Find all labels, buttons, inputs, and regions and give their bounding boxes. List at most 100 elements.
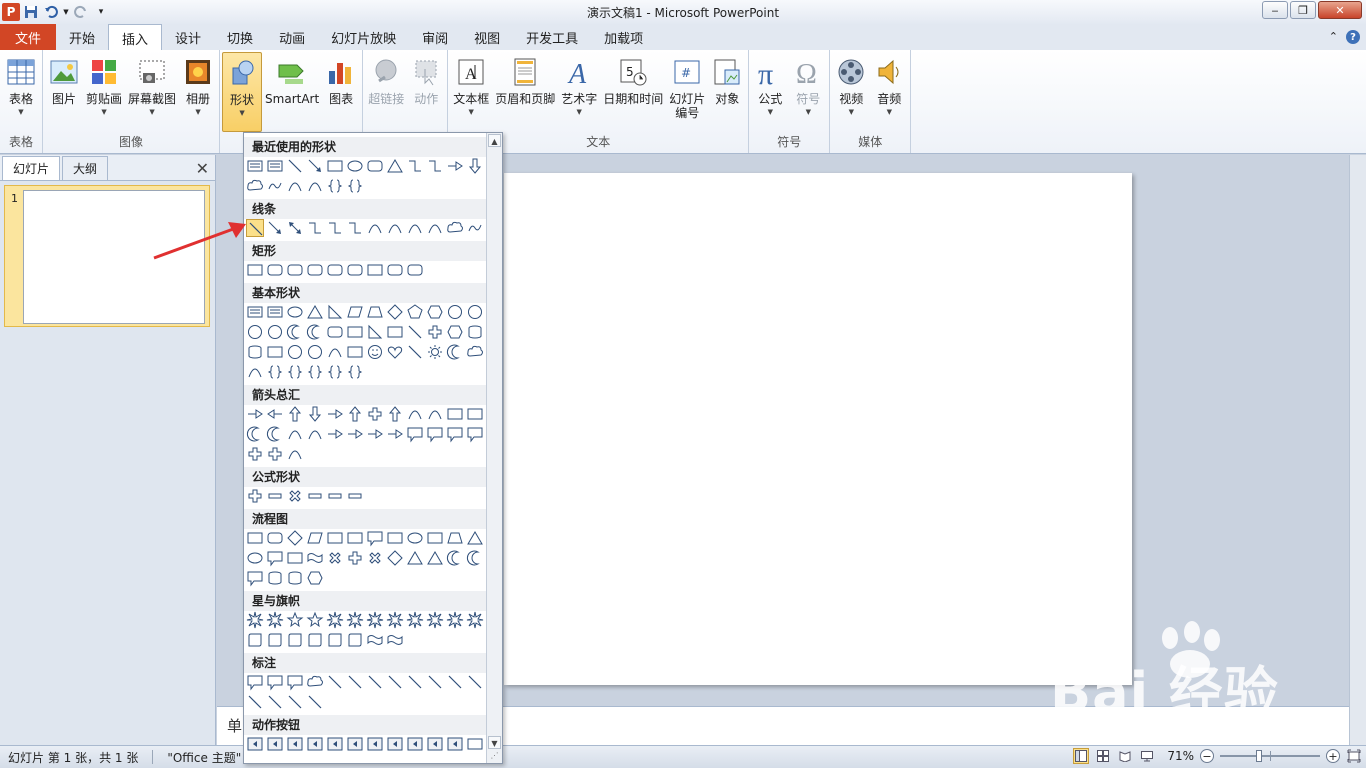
shape-burst-icon[interactable] xyxy=(466,611,484,629)
shape-circnum-icon[interactable] xyxy=(446,303,464,321)
shape-burst-icon[interactable] xyxy=(446,611,464,629)
shape-line-icon[interactable] xyxy=(406,673,424,691)
shape-star-icon[interactable] xyxy=(306,611,324,629)
shape-rrect-icon[interactable] xyxy=(266,529,284,547)
customize-qat-icon[interactable]: ▾ xyxy=(92,3,110,21)
shape-line-icon[interactable] xyxy=(266,693,284,711)
shape-burst-icon[interactable] xyxy=(406,611,424,629)
shape-circnum-icon[interactable] xyxy=(286,343,304,361)
shape-scroll-icon[interactable] xyxy=(286,631,304,649)
video-button[interactable]: 视频 ▼ xyxy=(832,52,870,132)
shape-cloud-icon[interactable] xyxy=(306,673,324,691)
shape-burst-icon[interactable] xyxy=(426,611,444,629)
shape-curve-icon[interactable] xyxy=(406,219,424,237)
shape-moon-icon[interactable] xyxy=(446,549,464,567)
shape-oval-icon[interactable] xyxy=(286,303,304,321)
shape-star-icon[interactable] xyxy=(286,611,304,629)
scroll-down-icon[interactable]: ▼ xyxy=(488,736,501,749)
object-button[interactable]: 对象 xyxy=(708,52,746,132)
shape-curve-icon[interactable] xyxy=(306,177,324,195)
chart-button[interactable]: 图表 xyxy=(322,52,360,132)
shape-burst-icon[interactable] xyxy=(386,611,404,629)
shape-rect-icon[interactable] xyxy=(326,529,344,547)
shape-brace-icon[interactable] xyxy=(346,177,364,195)
shape-brace-icon[interactable] xyxy=(326,363,344,381)
shape-line-icon[interactable] xyxy=(306,693,324,711)
resize-grip-icon[interactable]: ⋰ xyxy=(487,751,502,763)
shape-line-icon[interactable] xyxy=(246,693,264,711)
shape-line-icon[interactable] xyxy=(426,673,444,691)
close-button[interactable]: ✕ xyxy=(1318,1,1362,19)
shape-callout-icon[interactable] xyxy=(426,425,444,443)
shape-free-icon[interactable] xyxy=(466,219,484,237)
shape-circnum-icon[interactable] xyxy=(306,343,324,361)
shape-burst-icon[interactable] xyxy=(366,611,384,629)
shape-uarrow-icon[interactable] xyxy=(286,405,304,423)
shape-brace-icon[interactable] xyxy=(346,363,364,381)
shape-curve-icon[interactable] xyxy=(306,425,324,443)
shape-rect-icon[interactable] xyxy=(466,735,484,753)
shape-cloud-icon[interactable] xyxy=(446,219,464,237)
shape-heart-icon[interactable] xyxy=(386,343,404,361)
redo-icon[interactable] xyxy=(72,3,90,21)
shape-rrect-icon[interactable] xyxy=(266,261,284,279)
shape-curve-icon[interactable] xyxy=(286,445,304,463)
shape-line-icon[interactable] xyxy=(466,673,484,691)
shape-callout-icon[interactable] xyxy=(366,529,384,547)
shape-moon-icon[interactable] xyxy=(286,323,304,341)
picture-button[interactable]: 图片 xyxy=(45,52,83,132)
zoom-out-button[interactable]: − xyxy=(1200,749,1214,763)
tab-0[interactable]: 开始 xyxy=(56,24,108,50)
shape-tri-icon[interactable] xyxy=(426,549,444,567)
shape-free-icon[interactable] xyxy=(266,177,284,195)
shape-block-icon[interactable] xyxy=(326,425,344,443)
shapes-scrollbar[interactable]: ▲ ▼ ⋰ xyxy=(486,133,502,763)
shape-actbtn-icon[interactable] xyxy=(286,735,304,753)
shape-curve-icon[interactable] xyxy=(286,177,304,195)
tab-8[interactable]: 开发工具 xyxy=(513,24,591,50)
shape-plus-icon[interactable] xyxy=(346,549,364,567)
shape-callout-icon[interactable] xyxy=(246,569,264,587)
shape-rect-icon[interactable] xyxy=(346,323,364,341)
shape-arrow-icon[interactable] xyxy=(266,219,284,237)
shape-textbox-icon[interactable] xyxy=(266,157,284,175)
shape-rect-icon[interactable] xyxy=(386,323,404,341)
shape-brace-icon[interactable] xyxy=(326,177,344,195)
shape-rrect-icon[interactable] xyxy=(286,261,304,279)
shape-rtri-icon[interactable] xyxy=(366,323,384,341)
shape-brace-icon[interactable] xyxy=(266,363,284,381)
shape-rect-icon[interactable] xyxy=(246,261,264,279)
shape-moon-icon[interactable] xyxy=(306,323,324,341)
shape-block-icon[interactable] xyxy=(446,157,464,175)
shape-callout-icon[interactable] xyxy=(266,673,284,691)
shape-trap-icon[interactable] xyxy=(366,303,384,321)
restore-button[interactable]: ❐ xyxy=(1290,1,1316,19)
textbox-button[interactable]: A 文本框 ▼ xyxy=(450,52,492,132)
shape-rect-icon[interactable] xyxy=(326,157,344,175)
shapes-button[interactable]: 形状 ▼ xyxy=(222,52,263,132)
zoom-slider[interactable] xyxy=(1220,749,1320,763)
scroll-up-icon[interactable]: ▲ xyxy=(488,134,501,147)
shape-rect-icon[interactable] xyxy=(286,549,304,567)
header-footer-button[interactable]: 页眉和页脚 xyxy=(492,52,558,132)
shape-darrow-icon[interactable] xyxy=(286,219,304,237)
album-button[interactable]: 相册 ▼ xyxy=(179,52,217,132)
shape-oval-icon[interactable] xyxy=(346,157,364,175)
shape-textbox-icon[interactable] xyxy=(266,303,284,321)
clipart-button[interactable]: 剪贴画 ▼ xyxy=(83,52,125,132)
shape-scroll-icon[interactable] xyxy=(306,631,324,649)
shape-sun-icon[interactable] xyxy=(426,343,444,361)
shape-actbtn-icon[interactable] xyxy=(406,735,424,753)
zoom-level[interactable]: 71% xyxy=(1167,749,1194,763)
tab-4[interactable]: 动画 xyxy=(266,24,318,50)
shape-block-icon[interactable] xyxy=(386,425,404,443)
shape-hex-icon[interactable] xyxy=(426,303,444,321)
shape-moon-icon[interactable] xyxy=(466,549,484,567)
shape-rrect-icon[interactable] xyxy=(386,261,404,279)
shape-rrect-icon[interactable] xyxy=(326,261,344,279)
shape-actbtn-icon[interactable] xyxy=(426,735,444,753)
save-icon[interactable] xyxy=(22,3,40,21)
shape-tri-icon[interactable] xyxy=(466,529,484,547)
shape-textbox-icon[interactable] xyxy=(246,157,264,175)
table-button[interactable]: 表格 ▼ xyxy=(2,52,40,132)
